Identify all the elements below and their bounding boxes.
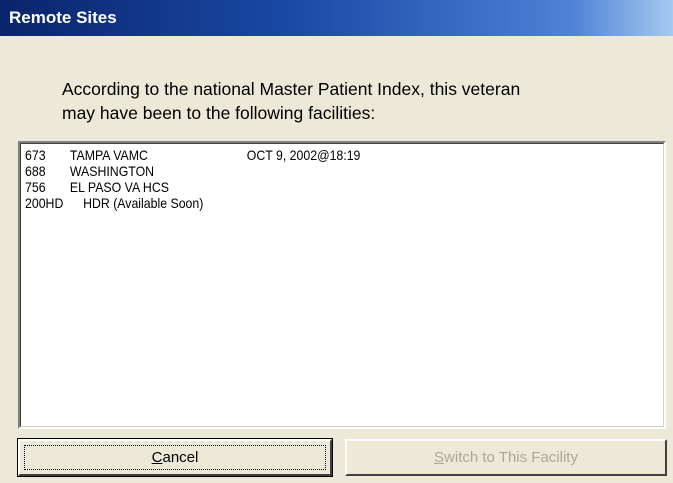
info-message-line-2: may have been to the following facilitie… — [62, 103, 376, 123]
cancel-accelerator: C — [151, 449, 163, 466]
switch-label: witch to This Facility — [444, 449, 578, 466]
switch-accelerator: S — [434, 449, 445, 466]
switch-facility-button[interactable]: Switch to This Facility — [345, 439, 667, 476]
focus-rectangle: Cancel — [24, 445, 326, 470]
list-item[interactable]: 756 EL PASO VA HCS — [25, 179, 247, 195]
facility-code: 673 — [25, 147, 46, 163]
facility-last-visit: OCT 9, 2002@18:19 — [246, 147, 361, 163]
facility-code: 756 — [25, 179, 46, 195]
facility-code: 688 — [25, 163, 46, 179]
window-title: Remote Sites — [9, 8, 117, 27]
facility-name: EL PASO VA HCS — [69, 179, 169, 195]
facility-name: TAMPA VAMC — [69, 147, 148, 163]
cancel-button[interactable]: Cancel — [17, 438, 333, 477]
facility-code: 200HD — [25, 195, 64, 211]
list-item[interactable]: 200HD HDR (Available Soon) — [25, 195, 260, 211]
info-message: According to the national Master Patient… — [62, 77, 652, 125]
title-bar[interactable]: Remote Sites — [0, 0, 673, 36]
list-item[interactable]: 673 TAMPA VAMC OCT 9, 2002@18:19 — [25, 147, 360, 163]
facility-list-frame: 673 TAMPA VAMC OCT 9, 2002@18:19 688 WASHIN… — [20, 143, 664, 427]
facility-name: WASHINGTON — [69, 163, 155, 179]
cancel-label: ancel — [162, 449, 199, 466]
info-message-line-1: According to the national Master Patient… — [62, 79, 521, 99]
remote-sites-dialog: Remote Sites According to the national M… — [0, 0, 673, 483]
facility-list[interactable]: 673 TAMPA VAMC OCT 9, 2002@18:19 688 WASHIN… — [18, 141, 666, 429]
facility-name: HDR (Available Soon) — [83, 195, 204, 211]
list-item[interactable]: 688 WASHINGTON — [25, 163, 247, 179]
